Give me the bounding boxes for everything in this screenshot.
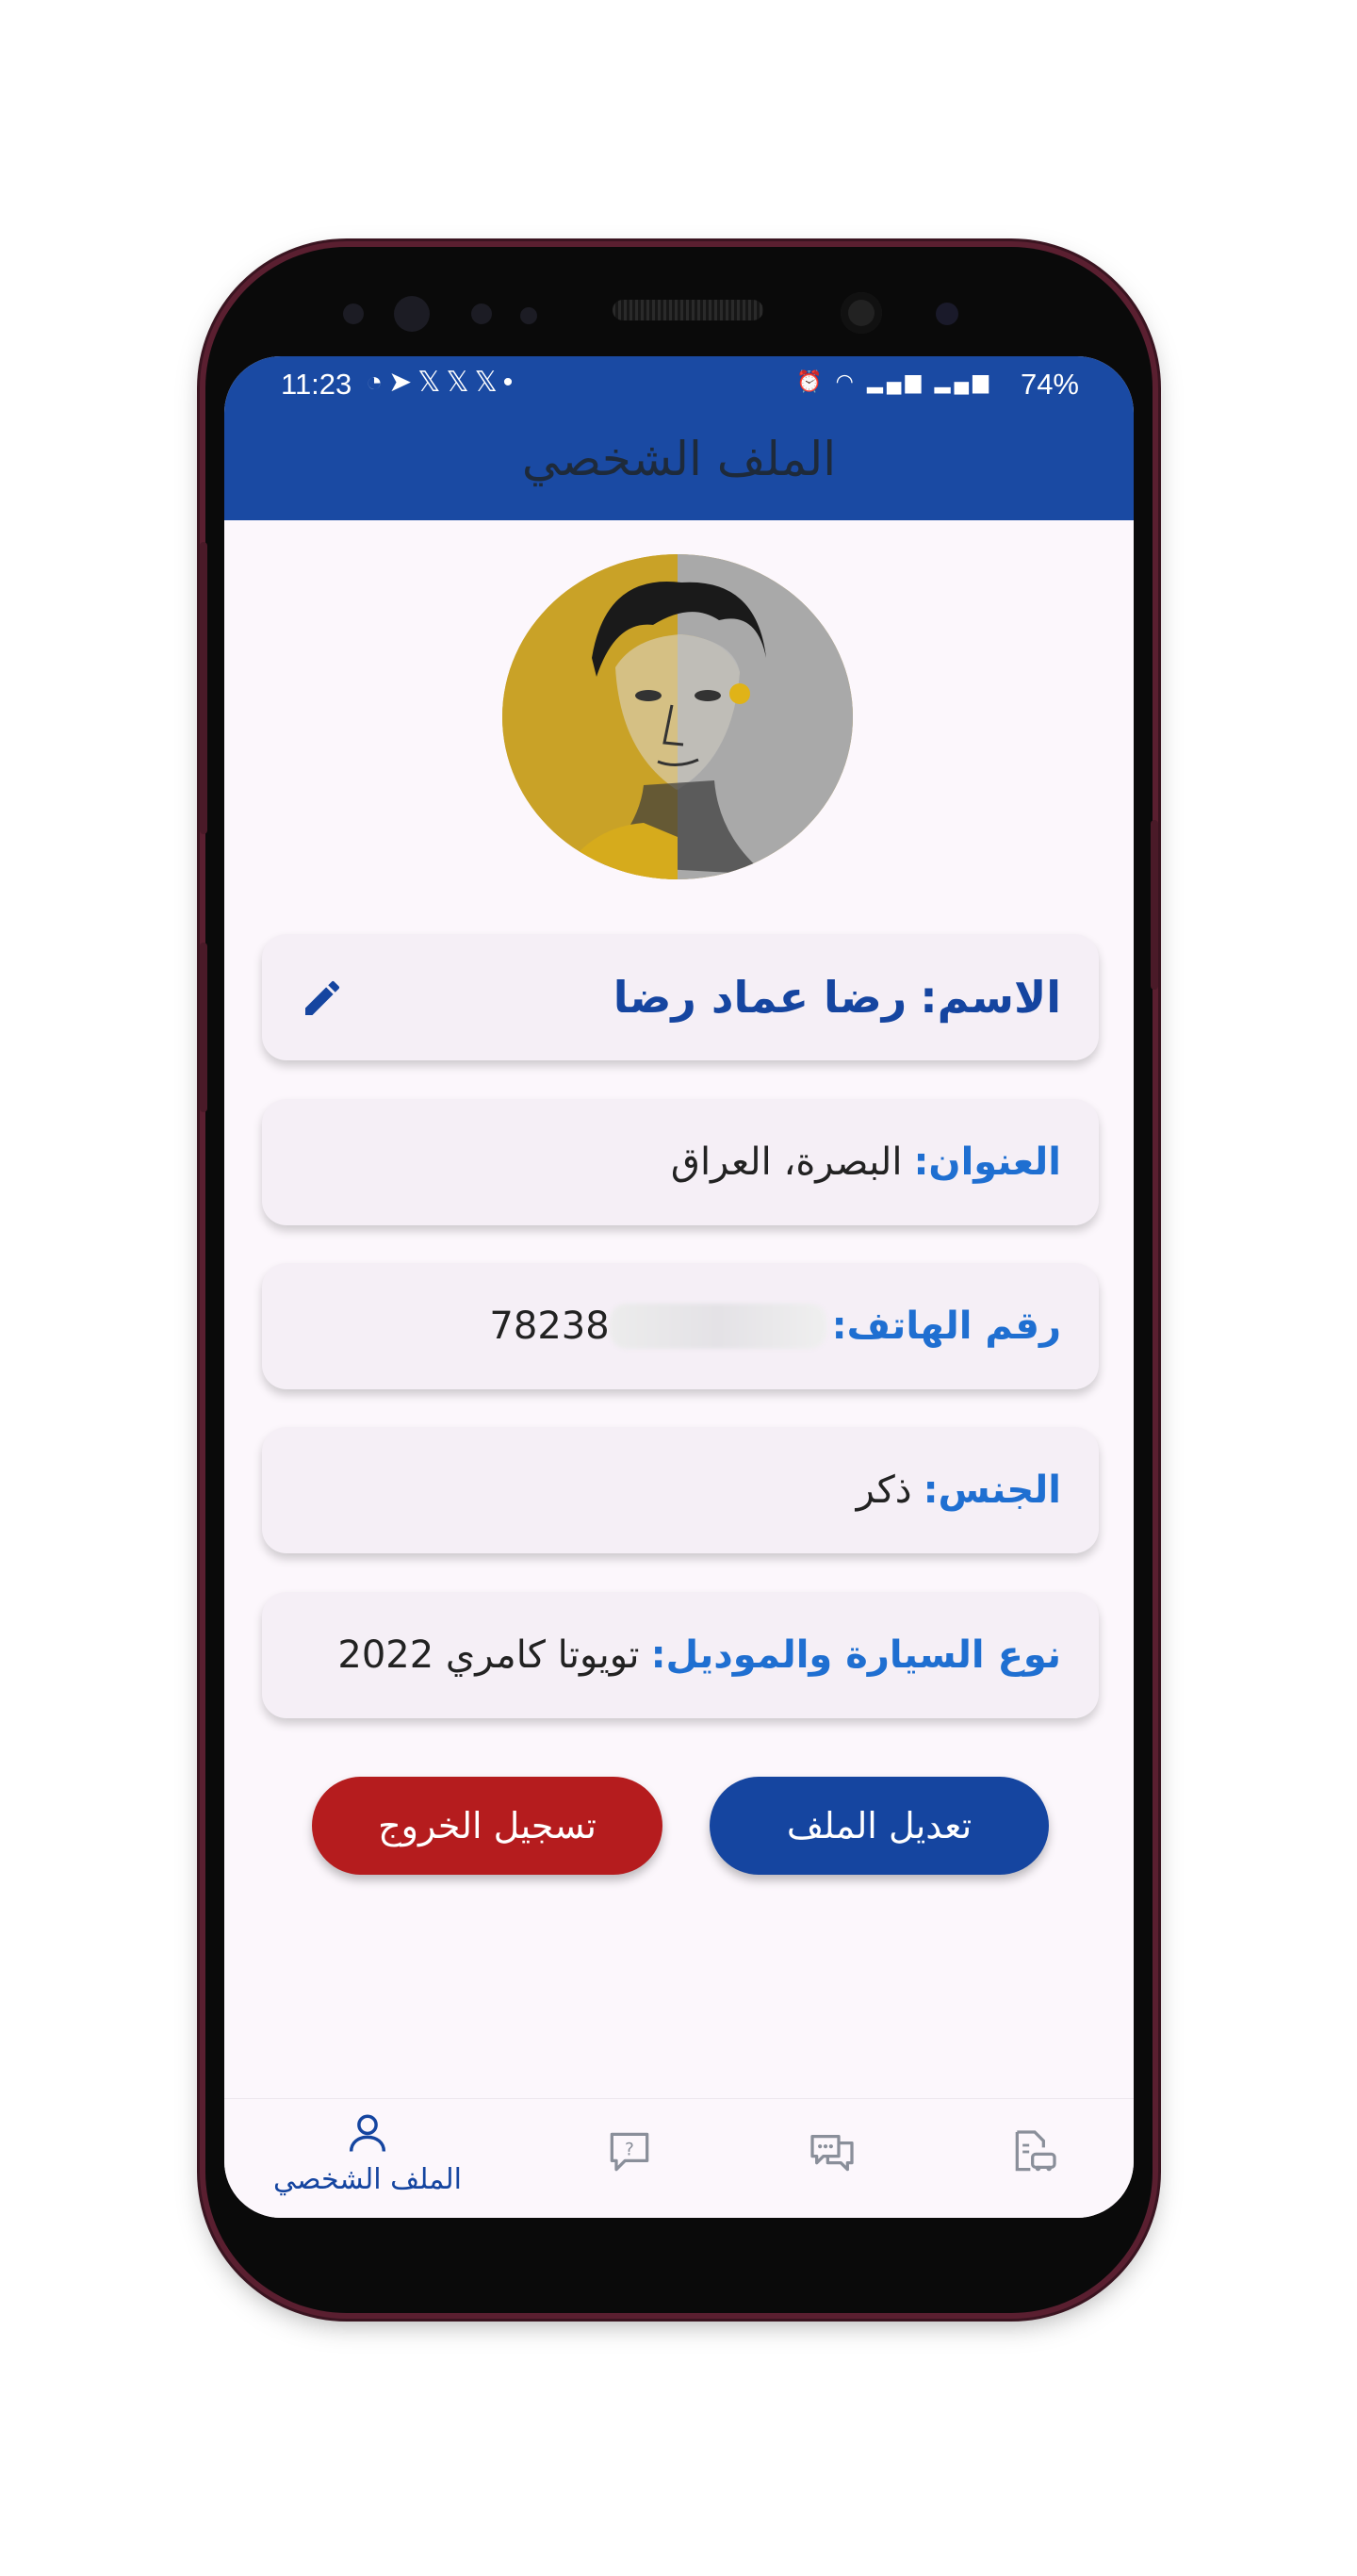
help-chat-icon: ? (610, 2132, 649, 2172)
gender-label: الجنس: (923, 1468, 1061, 1512)
screen: 11:23 ◔➤𝕏𝕏𝕏• ⏰ ◠ ▂▄▆ ▂▄▆ 74% الملف الشخص… (224, 356, 1134, 2218)
car-document-icon (1015, 2130, 1056, 2172)
volume-button (200, 943, 207, 1112)
phone-value: 78238 (489, 1304, 610, 1348)
phone-label: رقم الهاتف: (831, 1304, 1061, 1348)
name-label: الاسم: (920, 972, 1061, 1023)
whatsapp-icon: ◔ (366, 367, 389, 398)
bottom-nav: الملف الشخصي ? (224, 2098, 1134, 2218)
pencil-edit-icon[interactable] (300, 976, 345, 1021)
alarm-icon: ⏰ (796, 369, 826, 393)
nav-item-vehicle[interactable] (940, 2125, 1129, 2182)
nav-item-profile[interactable]: الملف الشخصي (273, 2108, 462, 2196)
sensor-icon (343, 304, 364, 324)
name-row: الاسم: رضا عماد رضا (613, 934, 1061, 1060)
x-icon: 𝕏 (446, 367, 475, 398)
name-value: رضا عماد رضا (613, 972, 907, 1023)
name-card: الاسم: رضا عماد رضا (262, 934, 1099, 1060)
sensor-icon (471, 304, 492, 324)
nav-label-profile: الملف الشخصي (273, 2163, 462, 2196)
gender-row: الجنس: ذكر (857, 1427, 1061, 1553)
notification-icons: ◔➤𝕏𝕏𝕏• (366, 366, 518, 399)
wifi-icon: ◠ (835, 369, 858, 393)
power-button (200, 542, 207, 834)
address-label: العنوان: (913, 1140, 1061, 1184)
gender-card: الجنس: ذكر (262, 1427, 1099, 1553)
logout-button[interactable]: تسجيل الخروج (312, 1777, 662, 1875)
chat-bubbles-icon (810, 2135, 854, 2172)
lte1-signal-icon: ▂▄▆ (867, 369, 925, 393)
nav-item-help[interactable]: ? (535, 2125, 724, 2182)
address-row: العنوان: البصرة، العراق (671, 1099, 1061, 1225)
lte2-signal-icon: ▂▄▆ (934, 369, 992, 393)
system-icons: ⏰ ◠ ▂▄▆ ▂▄▆ (796, 369, 992, 394)
avatar[interactable] (502, 554, 853, 879)
telegram-icon: ➤ (388, 367, 418, 398)
nav-item-chat[interactable] (738, 2125, 926, 2182)
gender-value: ذكر (856, 1468, 912, 1512)
svg-text:?: ? (625, 2141, 634, 2160)
status-bar: 11:23 ◔➤𝕏𝕏𝕏• ⏰ ◠ ▂▄▆ ▂▄▆ 74% (224, 356, 1134, 411)
dot-icon: • (502, 367, 519, 398)
car-value: تويوتا كامري 2022 (337, 1633, 640, 1677)
earpiece-speaker (613, 300, 763, 320)
car-card: نوع السيارة والموديل: تويوتا كامري 2022 (262, 1592, 1099, 1718)
car-row: نوع السيارة والموديل: تويوتا كامري 2022 (337, 1592, 1061, 1718)
x-icon: 𝕏 (417, 367, 447, 398)
sensor-icon (520, 307, 537, 324)
battery-level: 74% (1020, 368, 1079, 401)
address-value: البصرة، العراق (670, 1140, 903, 1184)
address-card: العنوان: البصرة، العراق (262, 1099, 1099, 1225)
side-key (1151, 820, 1158, 990)
person-icon (349, 2114, 386, 2152)
sensor-icon (394, 296, 430, 332)
front-camera-icon (841, 292, 882, 334)
status-time: 11:23 (281, 368, 352, 401)
x-icon: 𝕏 (474, 367, 503, 398)
avatar-sketch-image (502, 554, 853, 879)
car-label: نوع السيارة والموديل: (650, 1633, 1061, 1677)
phone-redaction (609, 1304, 826, 1349)
phone-card: رقم الهاتف: 78238 (262, 1263, 1099, 1389)
page-title: الملف الشخصي (521, 432, 837, 486)
iris-sensor-icon (936, 303, 958, 325)
app-bar: الملف الشخصي (224, 411, 1134, 520)
phone-row: رقم الهاتف: 78238 (489, 1263, 1061, 1389)
edit-profile-button[interactable]: تعديل الملف (710, 1777, 1049, 1875)
